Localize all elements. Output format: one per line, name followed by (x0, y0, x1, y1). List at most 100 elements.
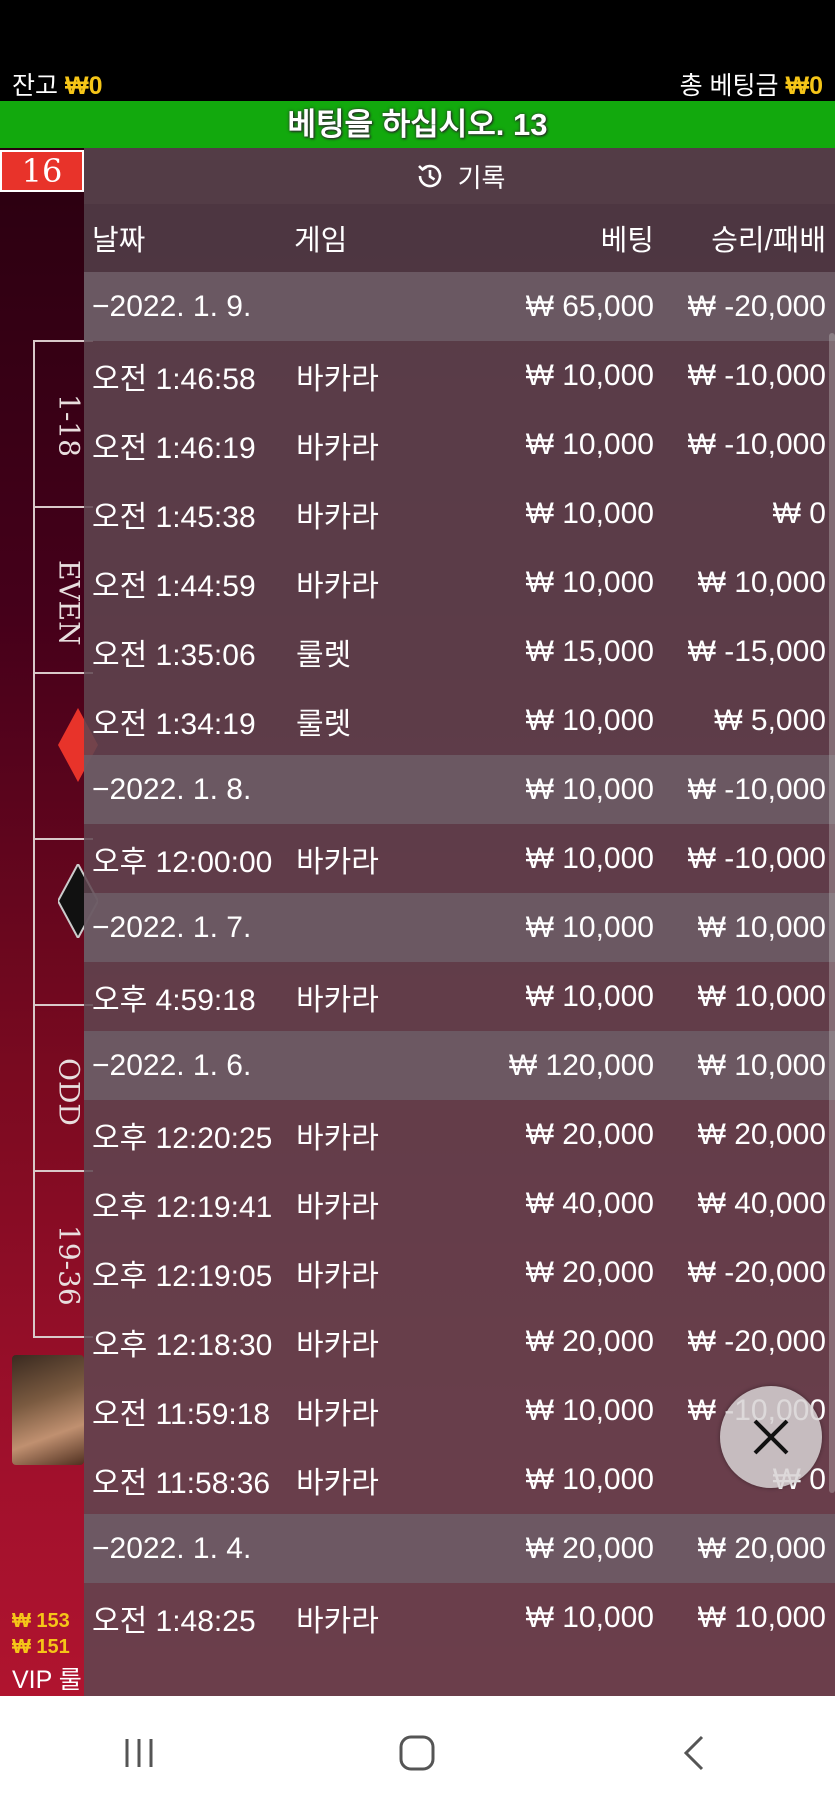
row-result: ₩ -20,000 (687, 1255, 826, 1289)
top-status-bar: 잔고 ₩0 총 베팅금 ₩0 (0, 0, 835, 101)
row-result: ₩ 10,000 (697, 910, 826, 944)
history-row[interactable]: 오후 12:20:25 바카라 ₩ 20,000 ₩ 20,000 (84, 1100, 835, 1169)
history-row[interactable]: 오전 1:44:59 바카라 ₩ 10,000 ₩ 10,000 (84, 548, 835, 617)
recents-button[interactable] (99, 1723, 179, 1783)
history-panel: 기록 날짜 게임 베팅 승리/패배 −2022. 1. 9. ₩ 65,000 ₩ … (84, 148, 835, 1696)
row-game: 바카라 (296, 1328, 379, 1362)
row-game: 바카라 (296, 1604, 379, 1638)
row-result: ₩ 10,000 (697, 979, 826, 1013)
row-date: −2022. 1. 7. (92, 910, 252, 944)
row-bet: ₩ 20,000 (525, 1531, 654, 1565)
live-dealer-thumbnail[interactable] (12, 1355, 84, 1465)
history-column-headers: 날짜 게임 베팅 승리/패배 (84, 204, 835, 272)
balance: 잔고 ₩0 (12, 66, 102, 102)
history-row[interactable]: 오후 12:18:30 바카라 ₩ 20,000 ₩ -20,000 (84, 1307, 835, 1376)
home-button[interactable] (377, 1723, 457, 1783)
history-date-group-row[interactable]: −2022. 1. 6. ₩ 120,000 ₩ 10,000 (84, 1031, 835, 1100)
close-button[interactable] (720, 1386, 822, 1488)
vip-roulette-label[interactable]: VIP 룰 (12, 1660, 82, 1696)
balance-value: ₩0 (64, 72, 103, 100)
row-time: 오후 12:19:05 (92, 1259, 273, 1293)
history-row[interactable]: 오전 1:34:19 룰렛 ₩ 10,000 ₩ 5,000 (84, 686, 835, 755)
row-result: ₩ 10,000 (697, 1600, 826, 1634)
row-game: 바카라 (296, 1190, 379, 1224)
row-bet: ₩ 20,000 (525, 1255, 654, 1289)
balance-label: 잔고 (12, 72, 59, 100)
row-bet: ₩ 40,000 (525, 1186, 654, 1220)
row-bet: ₩ 10,000 (525, 1393, 654, 1427)
row-result: ₩ 0 (772, 496, 826, 530)
row-game: 바카라 (296, 1121, 379, 1155)
row-time: 오전 11:59:18 (92, 1397, 271, 1431)
system-navigation-bar (0, 1696, 835, 1809)
row-game: 바카라 (296, 983, 379, 1017)
row-bet: ₩ 20,000 (525, 1324, 654, 1358)
row-result: ₩ 20,000 (697, 1531, 826, 1565)
history-row[interactable]: 오전 1:46:58 바카라 ₩ 10,000 ₩ -10,000 (84, 341, 835, 410)
bet-label: 19-36 (52, 1225, 86, 1306)
history-row[interactable]: 오전 11:58:36바카라₩ 10,000₩ 0 (84, 1445, 835, 1514)
row-time: 오전 1:45:38 (92, 500, 256, 534)
row-game: 바카라 (296, 500, 379, 534)
jackpot-value: ₩ 153 (12, 1610, 70, 1632)
row-game: 바카라 (296, 1397, 379, 1431)
row-result: ₩ -20,000 (687, 289, 826, 323)
back-button[interactable] (656, 1723, 736, 1783)
row-time: 오전 1:44:59 (92, 569, 256, 603)
row-date: −2022. 1. 6. (92, 1048, 252, 1082)
row-time: 오전 1:48:25 (92, 1604, 256, 1638)
history-row[interactable]: 오후 12:19:05 바카라 ₩ 20,000 ₩ -20,000 (84, 1238, 835, 1307)
row-result: ₩ 20,000 (697, 1117, 826, 1151)
row-result: ₩ 5,000 (714, 703, 826, 737)
row-date: −2022. 1. 8. (92, 772, 252, 806)
history-row[interactable]: 오전 1:45:38 바카라 ₩ 10,000 ₩ 0 (84, 479, 835, 548)
history-row[interactable]: 오후 12:19:41 바카라 ₩ 40,000 ₩ 40,000 (84, 1169, 835, 1238)
column-game: 게임 (294, 225, 348, 257)
history-date-group-row[interactable]: −2022. 1. 8. ₩ 10,000 ₩ -10,000 (84, 755, 835, 824)
back-icon (683, 1735, 703, 1770)
row-time: 오후 12:19:41 (92, 1190, 273, 1224)
column-date: 날짜 (92, 225, 146, 257)
home-icon (399, 1735, 435, 1770)
bet-label: EVEN (52, 560, 86, 646)
row-time: 오후 12:00:00 (92, 845, 273, 879)
row-bet: ₩ 10,000 (525, 496, 654, 530)
history-date-group-row[interactable]: −2022. 1. 7. ₩ 10,000 ₩ 10,000 (84, 893, 835, 962)
row-result: ₩ -10,000 (687, 358, 826, 392)
row-bet: ₩ 15,000 (525, 634, 654, 668)
history-title: 기록 (457, 162, 506, 193)
history-row[interactable]: 오후 12:00:00 바카라 ₩ 10,000 ₩ -10,000 (84, 824, 835, 893)
row-game: 바카라 (296, 845, 379, 879)
scrollbar[interactable] (829, 333, 835, 1493)
row-bet: ₩ 20,000 (525, 1117, 654, 1151)
row-date: −2022. 1. 9. (92, 289, 252, 323)
row-game: 바카라 (296, 1466, 379, 1500)
column-result: 승리/패배 (711, 225, 826, 257)
bet-label: ODD (52, 1058, 86, 1126)
row-bet: ₩ 10,000 (525, 841, 654, 875)
history-clock-icon (417, 164, 441, 188)
row-time: 오전 1:35:06 (92, 638, 256, 672)
recents-icon (125, 1738, 153, 1767)
jackpot-value: ₩ 151 (12, 1636, 70, 1658)
column-bet: 베팅 (600, 225, 654, 257)
close-icon (753, 1419, 789, 1455)
row-result: ₩ 10,000 (697, 565, 826, 599)
row-time: 오전 1:34:19 (92, 707, 256, 741)
row-result: ₩ 10,000 (697, 1048, 826, 1082)
row-bet: ₩ 10,000 (525, 703, 654, 737)
history-row[interactable]: 오전 1:46:19 바카라 ₩ 10,000 ₩ -10,000 (84, 410, 835, 479)
row-game: 바카라 (296, 569, 379, 603)
row-bet: ₩ 65,000 (525, 289, 654, 323)
history-row[interactable]: 오후 4:59:18 바카라 ₩ 10,000 ₩ 10,000 (84, 962, 835, 1031)
history-row[interactable]: 오전 1:35:06 룰렛 ₩ 15,000 ₩ -15,000 (84, 617, 835, 686)
row-bet: ₩ 10,000 (525, 565, 654, 599)
bet-label: 1-18 (52, 394, 86, 457)
history-date-group-row[interactable]: −2022. 1. 4. ₩ 20,000 ₩ 20,000 (84, 1514, 835, 1583)
history-row[interactable]: 오전 1:48:25 바카라 ₩ 10,000 ₩ 10,000 (84, 1583, 835, 1652)
history-date-group-row[interactable]: −2022. 1. 9. ₩ 65,000 ₩ -20,000 (84, 272, 835, 341)
row-time: 오후 12:20:25 (92, 1121, 273, 1155)
row-game: 바카라 (296, 362, 379, 396)
history-title-bar: 기록 (84, 148, 835, 204)
total-bet-value: ₩0 (785, 72, 824, 100)
